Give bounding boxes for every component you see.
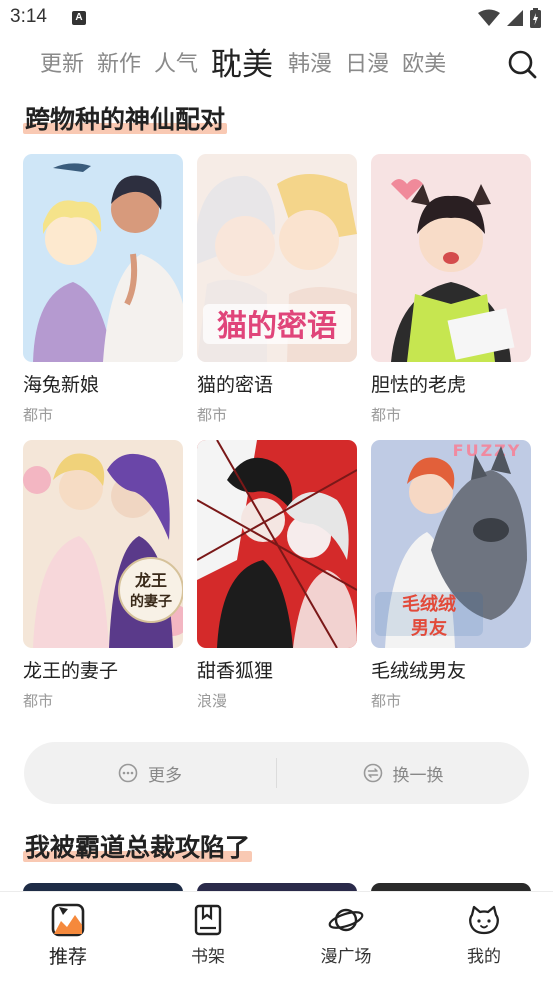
comic-cover[interactable]: 龙王 的妻子 [23, 440, 183, 648]
bottom-nav: 推荐 书架 漫广场 我的 [0, 891, 553, 984]
comic-genre: 都市 [371, 406, 402, 424]
nav-mine[interactable]: 我的 [434, 902, 534, 967]
comic-genre: 都市 [371, 692, 402, 710]
comic-card[interactable]: FUZZY 毛绒绒 男友 毛绒绒男友 都市 [371, 440, 531, 711]
signal-icon [507, 10, 523, 26]
action-bar: 更多 换一换 [24, 742, 529, 804]
section-title: 我被霸道总裁攻陷了 [23, 828, 253, 864]
tab-update[interactable]: 更新 [40, 44, 84, 86]
planet-icon [328, 908, 364, 932]
section-title-text: 我被霸道总裁攻陷了 [25, 833, 251, 862]
cover-text: 猫的密语 [217, 309, 337, 344]
comic-title: 海兔新娘 [23, 374, 100, 396]
comic-title: 甜香狐狸 [197, 660, 274, 682]
search-icon[interactable] [507, 49, 537, 79]
cat-face-icon [469, 905, 499, 935]
refresh-label: 换一换 [392, 765, 444, 786]
comic-title: 龙王的妻子 [23, 660, 119, 682]
comic-card[interactable]: 龙王 的妻子 龙王的妻子 都市 [23, 440, 183, 711]
comic-genre: 都市 [23, 406, 54, 424]
tab-popular[interactable]: 人气 [154, 44, 198, 86]
comic-cover[interactable] [23, 154, 183, 362]
notification-icon: A [72, 11, 86, 25]
nav-recommend[interactable]: 推荐 [18, 902, 118, 969]
comic-cover[interactable]: FUZZY 毛绒绒 男友 [371, 440, 531, 648]
comic-cover[interactable] [371, 154, 531, 362]
comic-card[interactable]: 胆怯的老虎 都市 [371, 154, 531, 425]
comic-card[interactable]: 甜香狐狸 浪漫 [197, 440, 357, 711]
comic-title: 毛绒绒男友 [371, 660, 467, 682]
more-button[interactable]: 更多 [24, 742, 276, 804]
nav-label: 漫广场 [320, 947, 372, 967]
recommend-icon [51, 903, 85, 937]
section-title: 跨物种的神仙配对 [23, 100, 228, 136]
more-label: 更多 [148, 765, 182, 786]
battery-icon [530, 8, 541, 28]
refresh-button[interactable]: 换一换 [277, 742, 529, 804]
tab-western[interactable]: 欧美 [402, 44, 446, 86]
comic-card[interactable]: 海兔新娘 都市 [23, 154, 183, 425]
comic-genre: 都市 [23, 692, 54, 710]
nav-bookshelf[interactable]: 书架 [158, 902, 258, 967]
cover-text: 龙王 [134, 571, 167, 590]
comic-cover[interactable] [197, 440, 357, 648]
status-time: 3:14 [10, 6, 47, 27]
cover-text: 毛绒绒 [402, 593, 456, 615]
swap-icon [363, 763, 382, 783]
nav-label: 我的 [467, 947, 501, 967]
comic-title: 猫的密语 [197, 374, 274, 396]
cover-top-text: FUZZY [453, 441, 522, 460]
cover-text: 男友 [411, 617, 447, 639]
tab-japanese[interactable]: 日漫 [345, 44, 389, 86]
more-dots-icon [118, 763, 138, 783]
section-title-text: 跨物种的神仙配对 [25, 105, 226, 134]
bookshelf-icon [194, 904, 222, 936]
cover-text: 的妻子 [130, 593, 172, 610]
status-bar: 3:14 A [0, 0, 553, 36]
comic-genre: 都市 [197, 406, 228, 424]
comic-title: 胆怯的老虎 [371, 374, 467, 396]
status-icons [478, 8, 541, 28]
tab-new[interactable]: 新作 [97, 44, 141, 86]
comic-cover[interactable]: 猫的密语 [197, 154, 357, 362]
category-tabs: 更新 新作 人气 耽美 韩漫 日漫 欧美 [40, 42, 459, 86]
nav-label: 推荐 [48, 946, 87, 968]
nav-label: 书架 [191, 947, 225, 967]
comic-card[interactable]: 猫的密语 猫的密语 都市 [197, 154, 357, 425]
tab-bl[interactable]: 耽美 [211, 44, 273, 86]
tab-korean[interactable]: 韩漫 [288, 44, 332, 86]
comic-genre: 浪漫 [197, 692, 228, 710]
nav-plaza[interactable]: 漫广场 [296, 902, 396, 967]
wifi-icon [478, 9, 500, 26]
